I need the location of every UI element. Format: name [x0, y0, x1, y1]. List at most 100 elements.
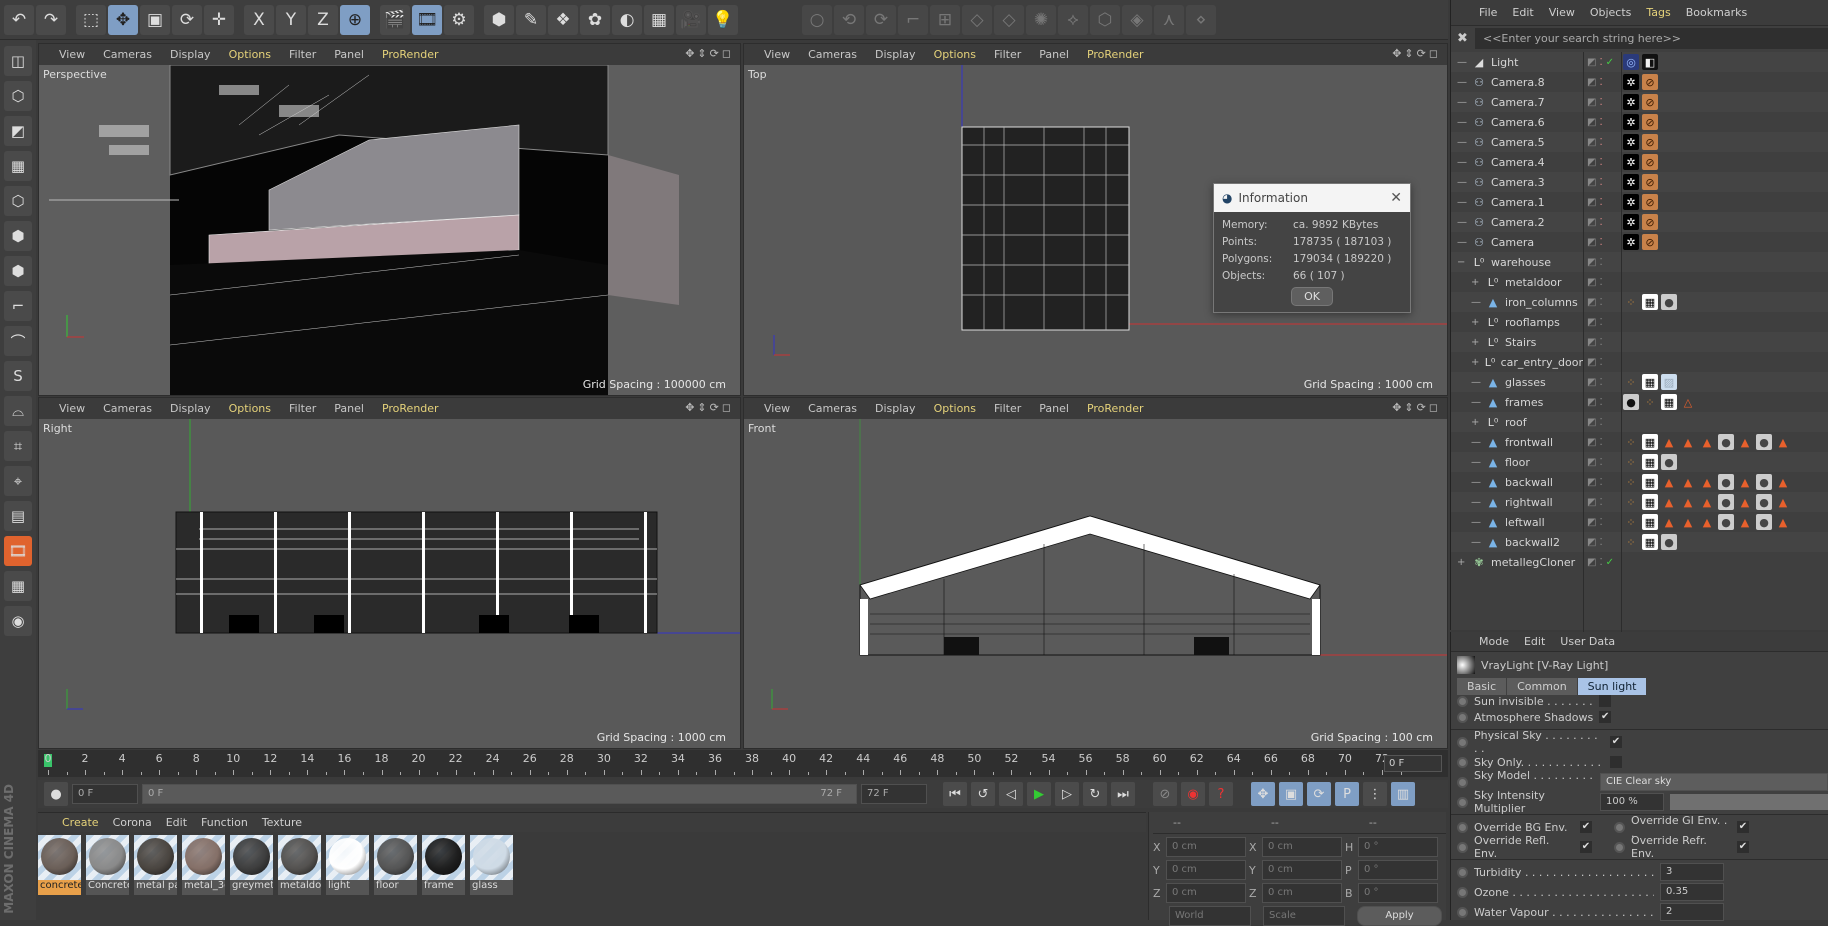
coordinate-space-select[interactable]: World	[1169, 906, 1251, 926]
disabled-tool-icon[interactable]: ◇	[962, 4, 992, 35]
visibility-dots-icon[interactable]: ⁚	[1599, 337, 1602, 348]
mat-tag-icon[interactable]: ●	[1756, 474, 1772, 490]
ok-button[interactable]: OK	[1291, 287, 1333, 306]
object-row[interactable]: — ⚇ Camera.2 ◩ ⁚ ✲ ⊘	[1451, 212, 1828, 232]
visibility-dots-icon[interactable]: ⁚	[1599, 197, 1602, 208]
object-name[interactable]: backwall2	[1505, 536, 1560, 549]
scale-icon[interactable]: ▣	[140, 4, 170, 35]
prev-frame-icon[interactable]: ◁	[999, 782, 1023, 806]
mode-tool-icon[interactable]: ⌓	[4, 396, 32, 426]
object-row[interactable]: + L⁰ roof ◩ ⁚	[1451, 412, 1828, 432]
object-row[interactable]: — ⚇ Camera.5 ◩ ⁚ ✲ ⊘	[1451, 132, 1828, 152]
viewport-menu-prorender[interactable]: ProRender	[1087, 48, 1144, 61]
sel-tag-icon[interactable]: ▲	[1775, 474, 1791, 490]
disabled-tool-icon[interactable]: ✺	[1026, 4, 1056, 35]
object-row[interactable]: + L⁰ metaldoor ◩ ⁚	[1451, 272, 1828, 292]
coord-field[interactable]: 0 °	[1358, 883, 1438, 903]
object-row[interactable]: — ▲ glasses ◩ ⁚ ⁘ ▦ ▨	[1451, 372, 1828, 392]
sel-tag-icon[interactable]: ▲	[1680, 434, 1696, 450]
expand-toggle-icon[interactable]: +	[1471, 277, 1481, 288]
object-name[interactable]: Camera.2	[1491, 216, 1545, 229]
record-icon[interactable]: ⊘	[1153, 782, 1177, 806]
sel-tag-icon[interactable]: ▲	[1680, 474, 1696, 490]
viewport-menu-filter[interactable]: Filter	[994, 48, 1021, 61]
next-frame-icon[interactable]: ▷	[1055, 782, 1079, 806]
cam-tag-icon[interactable]: ✲	[1623, 154, 1639, 170]
protect-tag-icon[interactable]: ⊘	[1642, 94, 1658, 110]
coord-field[interactable]: 0 cm	[1166, 883, 1246, 903]
mat-tag-icon[interactable]: ●	[1661, 454, 1677, 470]
water-vapour-field[interactable]: 2	[1660, 903, 1724, 921]
phong-tag-icon[interactable]: ⁘	[1623, 374, 1639, 390]
disabled-tool-icon[interactable]: ⟡	[1058, 4, 1088, 35]
mode-tool-icon[interactable]: ⬢	[4, 221, 32, 251]
coordinate-icon[interactable]: ✛	[204, 4, 234, 35]
object-name[interactable]: Camera.6	[1491, 116, 1545, 129]
sel-tag-icon[interactable]: ▲	[1775, 494, 1791, 510]
object-row[interactable]: + L⁰ rooflamps ◩ ⁚	[1451, 312, 1828, 332]
object-name[interactable]: warehouse	[1491, 256, 1551, 269]
glass-tag-icon[interactable]: ▨	[1661, 374, 1677, 390]
sky-intensity-slider[interactable]	[1670, 794, 1828, 810]
subdivision-icon[interactable]: ❖	[548, 4, 578, 35]
sel-tag-icon[interactable]: ▲	[1699, 474, 1715, 490]
material-swatch[interactable]: light	[326, 835, 369, 895]
attr-menu-edit[interactable]: Edit	[1524, 635, 1545, 648]
layer-icon[interactable]: ◩	[1587, 217, 1596, 228]
material-swatch[interactable]: greymet	[230, 835, 273, 895]
floor-icon[interactable]: ▦	[644, 4, 674, 35]
object-name[interactable]: Camera.3	[1491, 176, 1545, 189]
viewport-menu-options[interactable]: Options	[229, 48, 271, 61]
viewport-menu-options[interactable]: Options	[934, 402, 976, 415]
object-row[interactable]: — ▲ iron_columns ◩ ⁚ ⁘ ▦ ●	[1451, 292, 1828, 312]
material-swatch[interactable]: glass	[470, 835, 513, 895]
layer-icon[interactable]: ◩	[1587, 537, 1596, 548]
material-swatch[interactable]: concrete	[38, 835, 81, 895]
mat-tag-icon[interactable]: ●	[1756, 494, 1772, 510]
viewport-menu-filter[interactable]: Filter	[289, 48, 316, 61]
object-name[interactable]: Camera.4	[1491, 156, 1545, 169]
cam-tag-icon[interactable]: ✲	[1623, 94, 1639, 110]
timeline[interactable]: 0 2 4 6 8 10 12 14 16 18 20 22 24 26 28 30 32 34 36 38 40 42 4…	[38, 750, 1448, 777]
layer-icon[interactable]: ◩	[1587, 137, 1596, 148]
anim-dot[interactable]	[1457, 756, 1468, 768]
viewport-menu-display[interactable]: Display	[875, 402, 916, 415]
object-row[interactable]: — ⚇ Camera.8 ◩ ⁚ ✲ ⊘	[1451, 72, 1828, 92]
om-menu-file[interactable]: File	[1479, 6, 1497, 19]
end-frame-field[interactable]: 72 F	[861, 784, 927, 804]
visibility-dots-icon[interactable]: ⁚	[1599, 277, 1602, 288]
mat-tag-icon[interactable]: ●	[1661, 534, 1677, 550]
key-scale-icon[interactable]: ▣	[1279, 782, 1303, 806]
sel-tag-icon[interactable]: ▲	[1699, 514, 1715, 530]
object-name[interactable]: rightwall	[1505, 496, 1553, 509]
sel-tag-icon[interactable]: ▲	[1699, 434, 1715, 450]
sky-model-select[interactable]: CIE Clear sky	[1600, 773, 1828, 791]
disabled-tool-icon[interactable]: ⌐	[898, 4, 928, 35]
object-row[interactable]: — ⚇ Camera.6 ◩ ⁚ ✲ ⊘	[1451, 112, 1828, 132]
layer-icon[interactable]: ◩	[1587, 197, 1596, 208]
undo-icon[interactable]: ↶	[4, 4, 34, 35]
turbidity-field[interactable]: 3	[1660, 863, 1724, 881]
prev-key-icon[interactable]: ↺	[971, 782, 995, 806]
cam-tag-icon[interactable]: ✲	[1623, 234, 1639, 250]
object-name[interactable]: metaldoor	[1505, 276, 1562, 289]
visibility-dots-icon[interactable]: ⁚	[1599, 137, 1602, 148]
protect-tag-icon[interactable]: ⊘	[1642, 134, 1658, 150]
protect-tag-icon[interactable]: ⊘	[1642, 74, 1658, 90]
phong-tag-icon[interactable]: ⁘	[1623, 474, 1639, 490]
timeline-icon[interactable]: ▥	[1391, 782, 1415, 806]
sel-tag-icon[interactable]: ▲	[1661, 494, 1677, 510]
visibility-dots-icon[interactable]: ⁚	[1599, 537, 1602, 548]
go-to-start-icon[interactable]: ⏮	[943, 782, 967, 806]
disabled-tool-icon[interactable]: ◇	[994, 4, 1024, 35]
mode-tool-icon[interactable]: ⌗	[4, 431, 32, 461]
layer-icon[interactable]: ◩	[1587, 397, 1596, 408]
material-menu-create[interactable]: Create	[62, 816, 99, 829]
coordinate-mode-select[interactable]: Scale	[1263, 906, 1345, 926]
viewport-perspective[interactable]: View Cameras Display Options Filter Panel ProR…	[38, 43, 741, 396]
layer-icon[interactable]: ◩	[1587, 277, 1596, 288]
phong-tag-icon[interactable]: ⁘	[1623, 494, 1639, 510]
mode-tool-icon[interactable]: ⬢	[4, 256, 32, 286]
object-row[interactable]: — ⚇ Camera.7 ◩ ⁚ ✲ ⊘	[1451, 92, 1828, 112]
phong-tag-icon[interactable]: ⁘	[1623, 514, 1639, 530]
